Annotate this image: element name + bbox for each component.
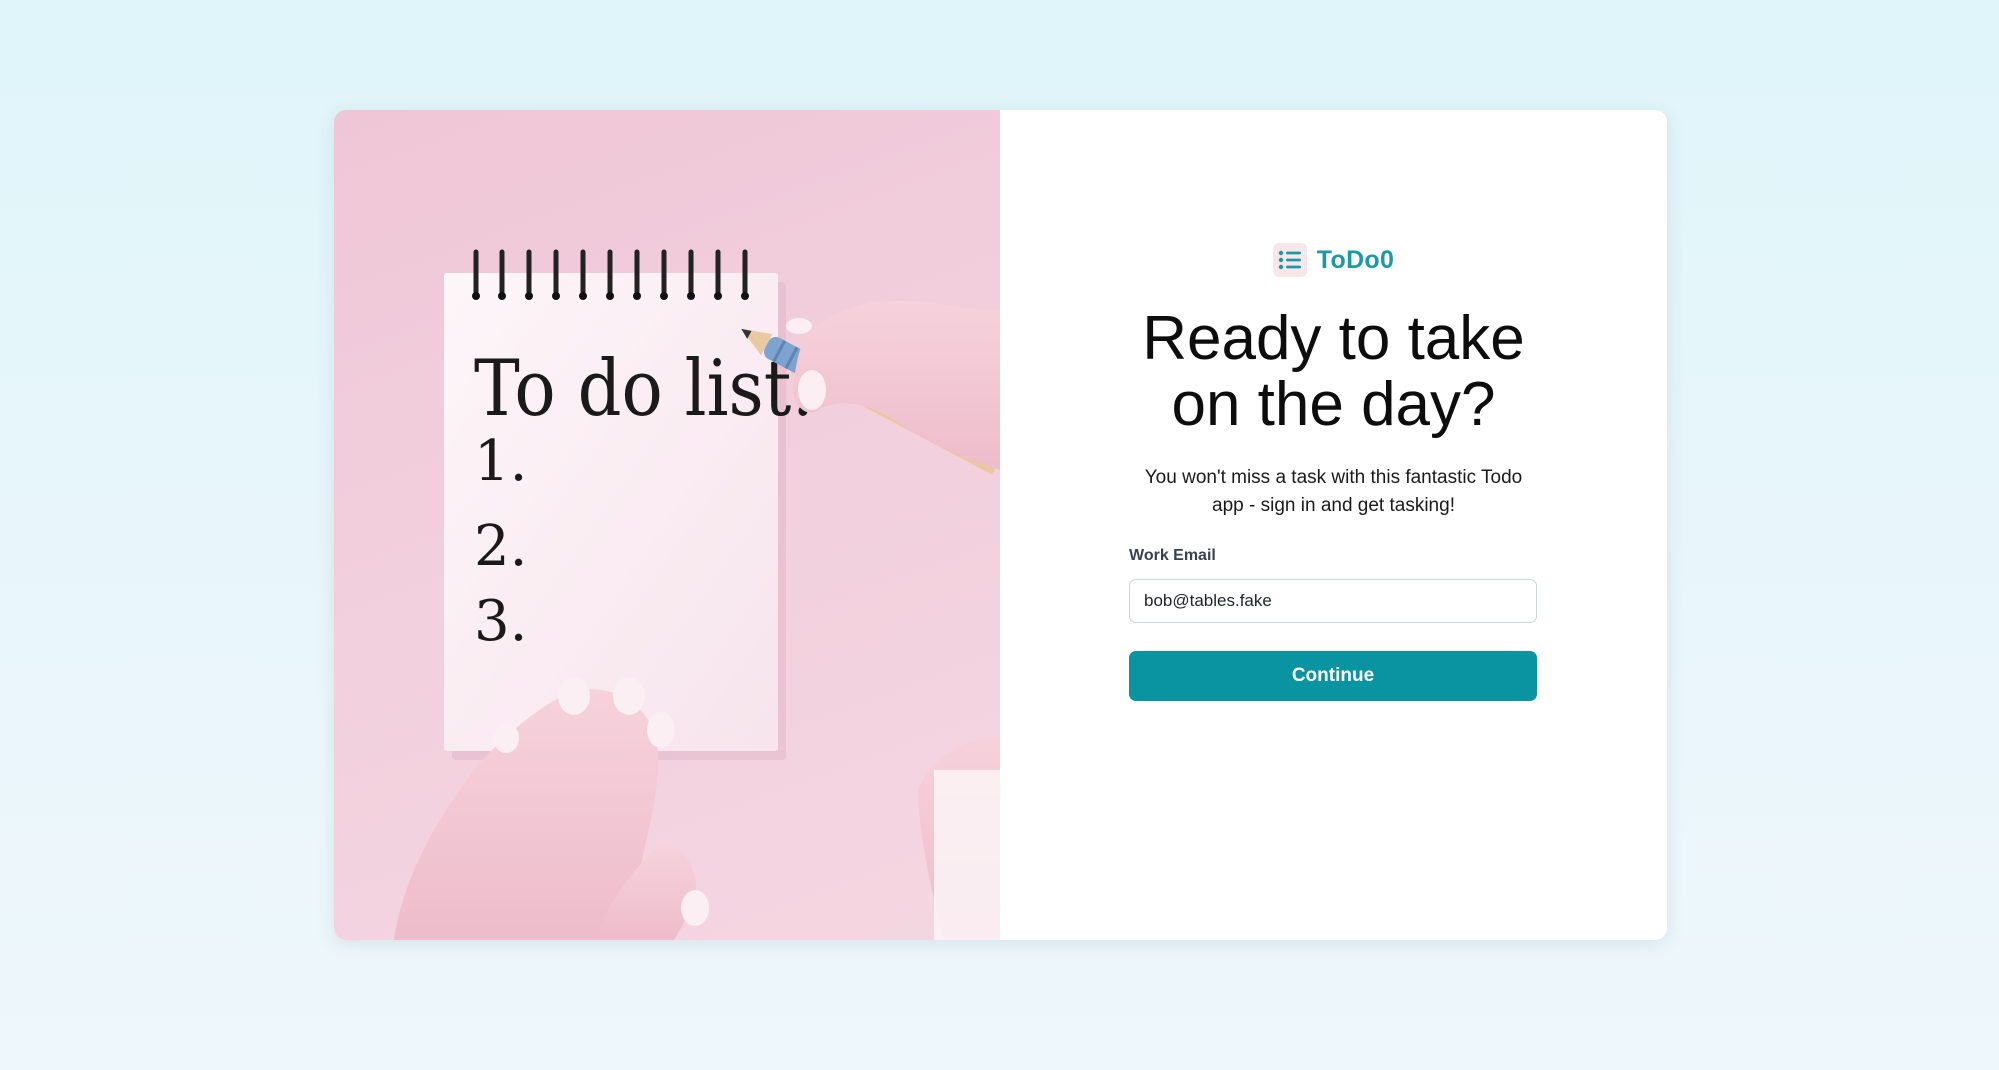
notebook-item-2: 2. xyxy=(474,514,527,579)
hero-image: To do list: 1. 2. 3. xyxy=(334,110,1000,940)
list-icon xyxy=(1272,243,1307,277)
notebook-heading: To do list: xyxy=(474,344,814,434)
email-label: Work Email xyxy=(1129,547,1216,564)
notebook-item-1: 1. xyxy=(474,429,527,494)
email-field[interactable] xyxy=(1129,579,1537,623)
brand-logo: ToDo0 xyxy=(1000,243,1667,277)
login-card: To do list: 1. 2. 3. ToDo0 Ready to take… xyxy=(334,110,1667,940)
sign-in-panel: ToDo0 Ready to take on the day? You won'… xyxy=(1000,110,1667,940)
page-subtitle: You won't miss a task with this fantasti… xyxy=(1144,467,1523,516)
notebook-item-3: 3. xyxy=(474,589,527,654)
page-title-line-2: on the day? xyxy=(1171,370,1496,439)
page-title: Ready to take on the day? xyxy=(1000,306,1667,438)
continue-button[interactable]: Continue xyxy=(1129,651,1537,701)
page-title-line-1: Ready to take xyxy=(1142,304,1525,373)
brand-name: ToDo0 xyxy=(1316,245,1395,274)
notebook-illustration: To do list: 1. 2. 3. xyxy=(394,249,1000,940)
